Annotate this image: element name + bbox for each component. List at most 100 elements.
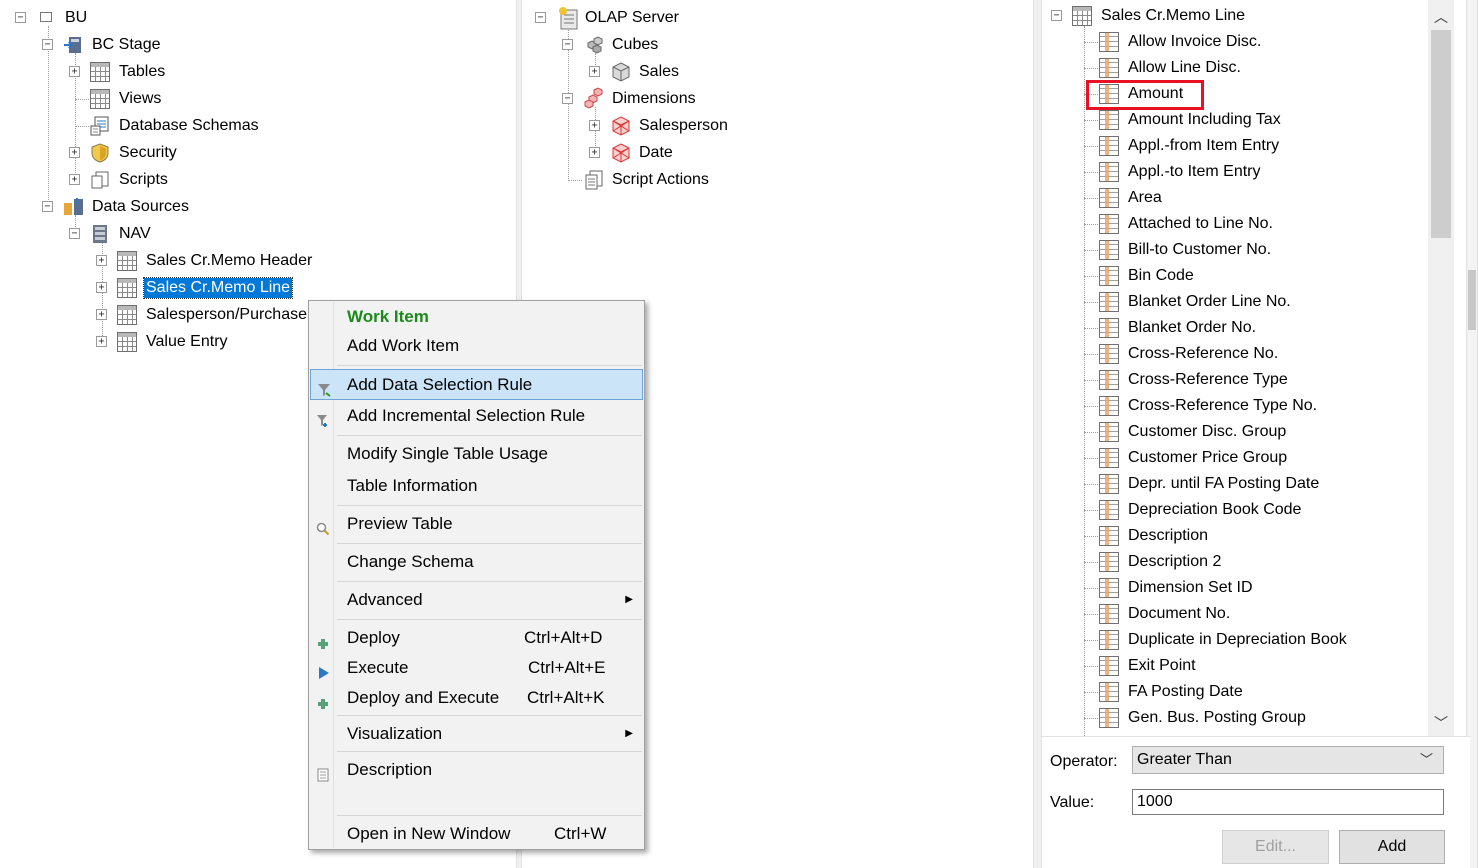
field-item[interactable]: Attached to Line No. bbox=[1128, 214, 1273, 234]
field-item[interactable]: Description bbox=[1128, 526, 1208, 546]
menu-item-open-in-new-window[interactable]: Open in New Window Ctrl+W bbox=[310, 820, 643, 848]
dimensions-icon bbox=[584, 87, 604, 109]
tree-node-olap-server[interactable]: OLAP Server bbox=[585, 8, 679, 28]
tree-node-cubes[interactable]: Cubes bbox=[612, 35, 658, 55]
tree-node-data-sources[interactable]: Data Sources bbox=[92, 197, 189, 217]
collapse-icon[interactable]: − bbox=[562, 93, 573, 104]
field-icon bbox=[1099, 266, 1119, 286]
tree-node-bu[interactable]: BU bbox=[65, 8, 87, 28]
tree-node-salesperson-dimension[interactable]: Salesperson bbox=[639, 116, 728, 136]
add-button[interactable]: Add bbox=[1339, 830, 1445, 864]
collapse-icon[interactable]: − bbox=[535, 12, 546, 23]
field-item[interactable]: Appl.-to Item Entry bbox=[1128, 162, 1261, 182]
menu-item-change-schema[interactable]: Change Schema bbox=[310, 548, 643, 576]
expand-icon[interactable]: + bbox=[589, 147, 600, 158]
tree-node-table[interactable]: Sales Cr.Memo Line bbox=[1101, 6, 1245, 26]
tree-node-nav[interactable]: NAV bbox=[119, 224, 151, 244]
tree-node-views[interactable]: Views bbox=[119, 89, 161, 109]
field-icon bbox=[1099, 630, 1119, 650]
field-item[interactable]: Area bbox=[1128, 188, 1162, 208]
field-item[interactable]: Cross-Reference Type No. bbox=[1128, 396, 1317, 416]
menu-item-deploy-and-execute[interactable]: Deploy and Execute Ctrl+Alt+K bbox=[310, 684, 643, 712]
scroll-down-icon[interactable]: ﹀ bbox=[1431, 712, 1451, 734]
field-icon bbox=[1099, 292, 1119, 312]
expand-icon[interactable]: + bbox=[69, 174, 80, 185]
expand-icon[interactable]: + bbox=[96, 336, 107, 347]
tree-node-sales-cube[interactable]: Sales bbox=[639, 62, 679, 82]
scrollbar-thumb[interactable] bbox=[1431, 30, 1451, 238]
pane-splitter[interactable] bbox=[1033, 0, 1042, 868]
field-item[interactable]: Gen. Bus. Posting Group bbox=[1128, 708, 1306, 728]
scroll-up-icon[interactable]: ︿ bbox=[1431, 6, 1451, 28]
expand-icon[interactable]: + bbox=[69, 66, 80, 77]
expand-icon[interactable]: + bbox=[96, 309, 107, 320]
field-item[interactable]: FA Posting Date bbox=[1128, 682, 1243, 702]
tree-node-bc-stage[interactable]: BC Stage bbox=[92, 35, 160, 55]
tree-node-table[interactable]: Salesperson/Purchaser bbox=[146, 305, 312, 325]
field-item[interactable]: Allow Line Disc. bbox=[1128, 58, 1241, 78]
menu-item-description[interactable]: Description bbox=[310, 756, 643, 784]
tree-node-scripts[interactable]: Scripts bbox=[119, 170, 168, 190]
tree-node-dimensions[interactable]: Dimensions bbox=[612, 89, 696, 109]
operator-dropdown[interactable]: Greater Than ﹀ bbox=[1132, 746, 1444, 774]
field-icon bbox=[1099, 188, 1119, 208]
field-item[interactable]: Amount Including Tax bbox=[1128, 110, 1281, 130]
field-item[interactable]: Dimension Set ID bbox=[1128, 578, 1253, 598]
field-item[interactable]: Cross-Reference No. bbox=[1128, 344, 1278, 364]
field-item[interactable]: Bin Code bbox=[1128, 266, 1194, 286]
menu-item-table-information[interactable]: Table Information bbox=[310, 472, 643, 500]
tree-line bbox=[1084, 328, 1098, 329]
tree-node-tables[interactable]: Tables bbox=[119, 62, 165, 82]
edit-button[interactable]: Edit... bbox=[1222, 830, 1329, 864]
tree-node-database-schemas[interactable]: Database Schemas bbox=[119, 116, 259, 136]
collapse-icon[interactable]: − bbox=[42, 39, 53, 50]
scrollbar-thumb[interactable] bbox=[1468, 270, 1476, 330]
field-item[interactable]: Description 2 bbox=[1128, 552, 1221, 572]
tree-node-security[interactable]: Security bbox=[119, 143, 177, 163]
menu-item-visualization[interactable]: Visualization ▶ bbox=[310, 720, 643, 748]
tree-node-table[interactable]: Sales Cr.Memo Header bbox=[146, 251, 312, 271]
field-item[interactable]: Blanket Order No. bbox=[1128, 318, 1256, 338]
menu-item-add-data-selection-rule[interactable]: Add Data Selection Rule bbox=[310, 369, 643, 400]
expand-icon[interactable]: + bbox=[69, 147, 80, 158]
menu-item-label: Open in New Window bbox=[347, 824, 511, 843]
tree-line bbox=[1084, 640, 1098, 641]
field-item[interactable]: Duplicate in Depreciation Book bbox=[1128, 630, 1347, 650]
expand-icon[interactable]: + bbox=[96, 282, 107, 293]
field-item[interactable]: Depr. until FA Posting Date bbox=[1128, 474, 1319, 494]
menu-item-add-incremental-selection-rule[interactable]: Add Incremental Selection Rule bbox=[310, 402, 643, 430]
menu-item-deploy[interactable]: Deploy Ctrl+Alt+D bbox=[310, 624, 643, 652]
tree-line bbox=[1084, 718, 1098, 719]
collapse-icon[interactable]: − bbox=[42, 201, 53, 212]
tree-node-table-selected[interactable]: Sales Cr.Memo Line bbox=[142, 277, 294, 299]
field-item[interactable]: Document No. bbox=[1128, 604, 1230, 624]
menu-item-execute[interactable]: Execute Ctrl+Alt+E bbox=[310, 654, 643, 682]
field-item[interactable]: Customer Disc. Group bbox=[1128, 422, 1286, 442]
menu-item-advanced[interactable]: Advanced ▶ bbox=[310, 586, 643, 614]
menu-item-preview-table[interactable]: Preview Table bbox=[310, 510, 643, 538]
value-input[interactable]: 1000 bbox=[1132, 789, 1444, 815]
tree-line bbox=[1084, 68, 1098, 69]
field-item[interactable]: Appl.-from Item Entry bbox=[1128, 136, 1279, 156]
field-item[interactable]: Cross-Reference Type bbox=[1128, 370, 1288, 390]
field-item[interactable]: Depreciation Book Code bbox=[1128, 500, 1301, 520]
expand-icon[interactable]: + bbox=[589, 120, 600, 131]
field-item[interactable]: Exit Point bbox=[1128, 656, 1196, 676]
menu-item-modify-single-table-usage[interactable]: Modify Single Table Usage bbox=[310, 440, 643, 468]
field-list[interactable]: − Sales Cr.Memo Line Allow Invoice Disc.… bbox=[1042, 0, 1442, 736]
tree-node-date-dimension[interactable]: Date bbox=[639, 143, 673, 163]
field-item[interactable]: Bill-to Customer No. bbox=[1128, 240, 1271, 260]
tree-node-table[interactable]: Value Entry bbox=[146, 332, 228, 352]
field-item[interactable]: Allow Invoice Disc. bbox=[1128, 32, 1261, 52]
menu-item-add-work-item[interactable]: Add Work Item bbox=[310, 332, 643, 360]
tree-node-script-actions[interactable]: Script Actions bbox=[612, 170, 709, 190]
tree-line bbox=[1084, 224, 1098, 225]
field-item[interactable]: Blanket Order Line No. bbox=[1128, 292, 1291, 312]
expand-icon[interactable]: + bbox=[96, 255, 107, 266]
expand-icon[interactable]: + bbox=[589, 66, 600, 77]
collapse-icon[interactable]: − bbox=[1051, 10, 1062, 21]
collapse-icon[interactable]: − bbox=[562, 39, 573, 50]
collapse-icon[interactable]: − bbox=[69, 228, 80, 239]
collapse-icon[interactable]: − bbox=[15, 12, 26, 23]
field-item[interactable]: Customer Price Group bbox=[1128, 448, 1287, 468]
